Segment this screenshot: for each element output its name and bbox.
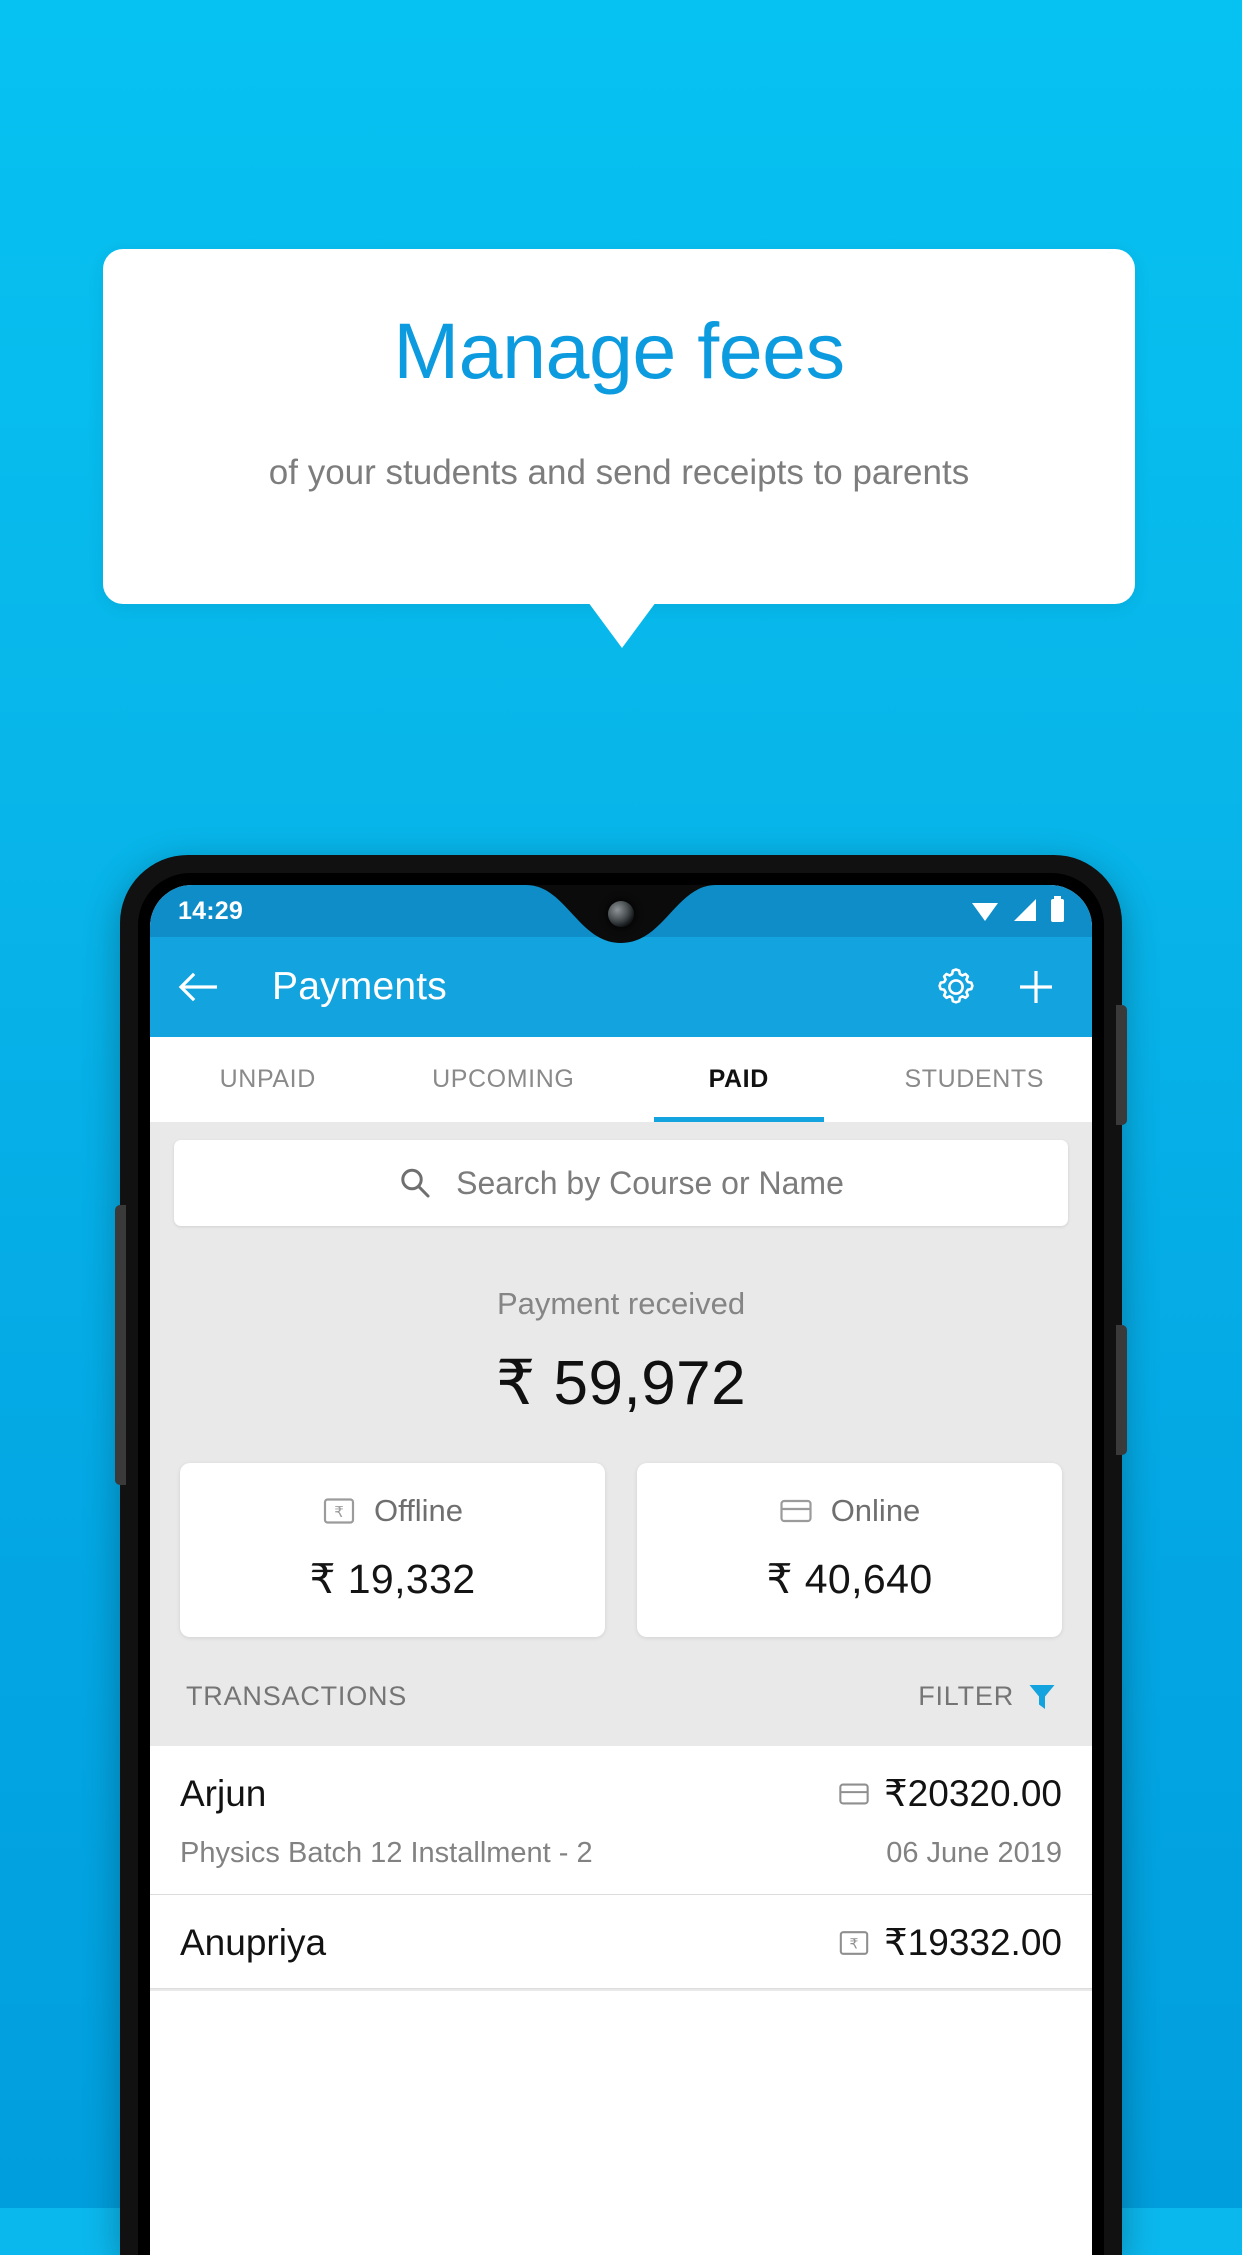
cell-signal-icon [1014,898,1036,921]
power-button[interactable] [1116,1005,1127,1125]
promo-title: Manage fees [393,306,845,395]
tab-upcoming[interactable]: UPCOMING [386,1037,622,1122]
filter-button[interactable]: FILTER [918,1681,1056,1712]
credit-card-icon [780,1499,812,1523]
offline-card-label: Offline [373,1493,464,1528]
search-input[interactable]: Search by Course or Name [174,1140,1068,1226]
plus-icon[interactable] [1016,967,1056,1007]
summary-amount: ₹ 59,972 [495,1349,747,1418]
tab-students[interactable]: STUDENTS [857,1037,1093,1122]
offline-card-amount: ₹ 19,332 [309,1556,476,1602]
online-card-header: Online [637,1493,1062,1529]
online-card-label: Online [830,1493,921,1528]
status-icons [970,896,1066,923]
transaction-amount: ₹20320.00 [884,1773,1062,1814]
tab-unpaid[interactable]: UNPAID [150,1037,386,1122]
wifi-icon [972,902,998,921]
app-bar-actions [934,965,1092,1009]
filter-label: FILTER [918,1681,1014,1711]
cash-note-icon: ₹ [323,1498,355,1524]
online-card-amount: ₹ 40,640 [766,1556,933,1602]
transactions-list: Arjun ₹20320.00 Physics Batch 12 Install… [150,1746,1092,1989]
payment-method-cards: ₹ Offline ₹ 19,332 Online ₹ 40,640 [150,1419,1092,1637]
cash-note-icon: ₹ [839,1930,869,1955]
volume-button[interactable] [1116,1325,1127,1455]
transaction-student-name: Anupriya [180,1921,327,1963]
transaction-amount-group: ₹ ₹19332.00 [838,1921,1062,1964]
promo-callout-tail [588,602,656,648]
transaction-date: 06 June 2019 [886,1837,1062,1869]
phone-screen: 14:29 Payments UNPAID UPCOMING PAID STUD… [150,885,1092,2255]
phone-mockup: 14:29 Payments UNPAID UPCOMING PAID STUD… [115,855,1127,2255]
tab-bar: UNPAID UPCOMING PAID STUDENTS [150,1037,1092,1122]
app-bar: Payments [150,937,1092,1037]
promo-callout-card: Manage fees of your students and send re… [103,249,1135,604]
tab-paid[interactable]: PAID [621,1037,857,1122]
table-row[interactable]: Anupriya ₹ ₹19332.00 [150,1895,1092,1989]
transaction-student-name: Arjun [180,1772,267,1814]
back-arrow-icon[interactable] [178,970,220,1004]
summary-label: Payment received [496,1286,746,1321]
offline-payments-card[interactable]: ₹ Offline ₹ 19,332 [180,1463,605,1637]
transaction-secondary-line: Physics Batch 12 Installment - 2 06 June… [180,1837,1062,1870]
search-placeholder-text: Search by Course or Name [456,1164,844,1201]
payment-summary: Payment received ₹ 59,972 [150,1226,1092,1419]
front-camera-icon [608,901,634,927]
transaction-amount-group: ₹20320.00 [838,1772,1062,1815]
search-icon [401,1168,430,1198]
svg-text:₹: ₹ [850,1935,859,1951]
transactions-header: TRANSACTIONS FILTER [150,1637,1092,1746]
transaction-amount: ₹19332.00 [884,1922,1062,1963]
status-time: 14:29 [178,897,243,925]
transactions-title: TRANSACTIONS [186,1681,408,1711]
left-side-button[interactable] [115,1205,126,1485]
table-row[interactable]: Arjun ₹20320.00 Physics Batch 12 Install… [150,1746,1092,1895]
offline-card-header: ₹ Offline [180,1493,605,1529]
battery-icon [1051,896,1064,922]
gear-icon[interactable] [934,965,978,1009]
funnel-icon [1029,1684,1055,1709]
transaction-primary-line: Arjun ₹20320.00 [180,1772,1062,1815]
paid-tab-content: Search by Course or Name Payment receive… [150,1122,1092,1991]
transaction-primary-line: Anupriya ₹ ₹19332.00 [180,1921,1062,1964]
online-payments-card[interactable]: Online ₹ 40,640 [637,1463,1062,1637]
status-bar: 14:29 [150,885,1092,943]
transaction-description: Physics Batch 12 Installment - 2 [180,1837,593,1869]
search-area: Search by Course or Name [150,1122,1092,1226]
promo-subtitle: of your students and send receipts to pa… [268,453,970,492]
credit-card-icon [839,1783,869,1804]
page-title: Payments [272,965,448,1008]
svg-text:₹: ₹ [334,1504,344,1521]
